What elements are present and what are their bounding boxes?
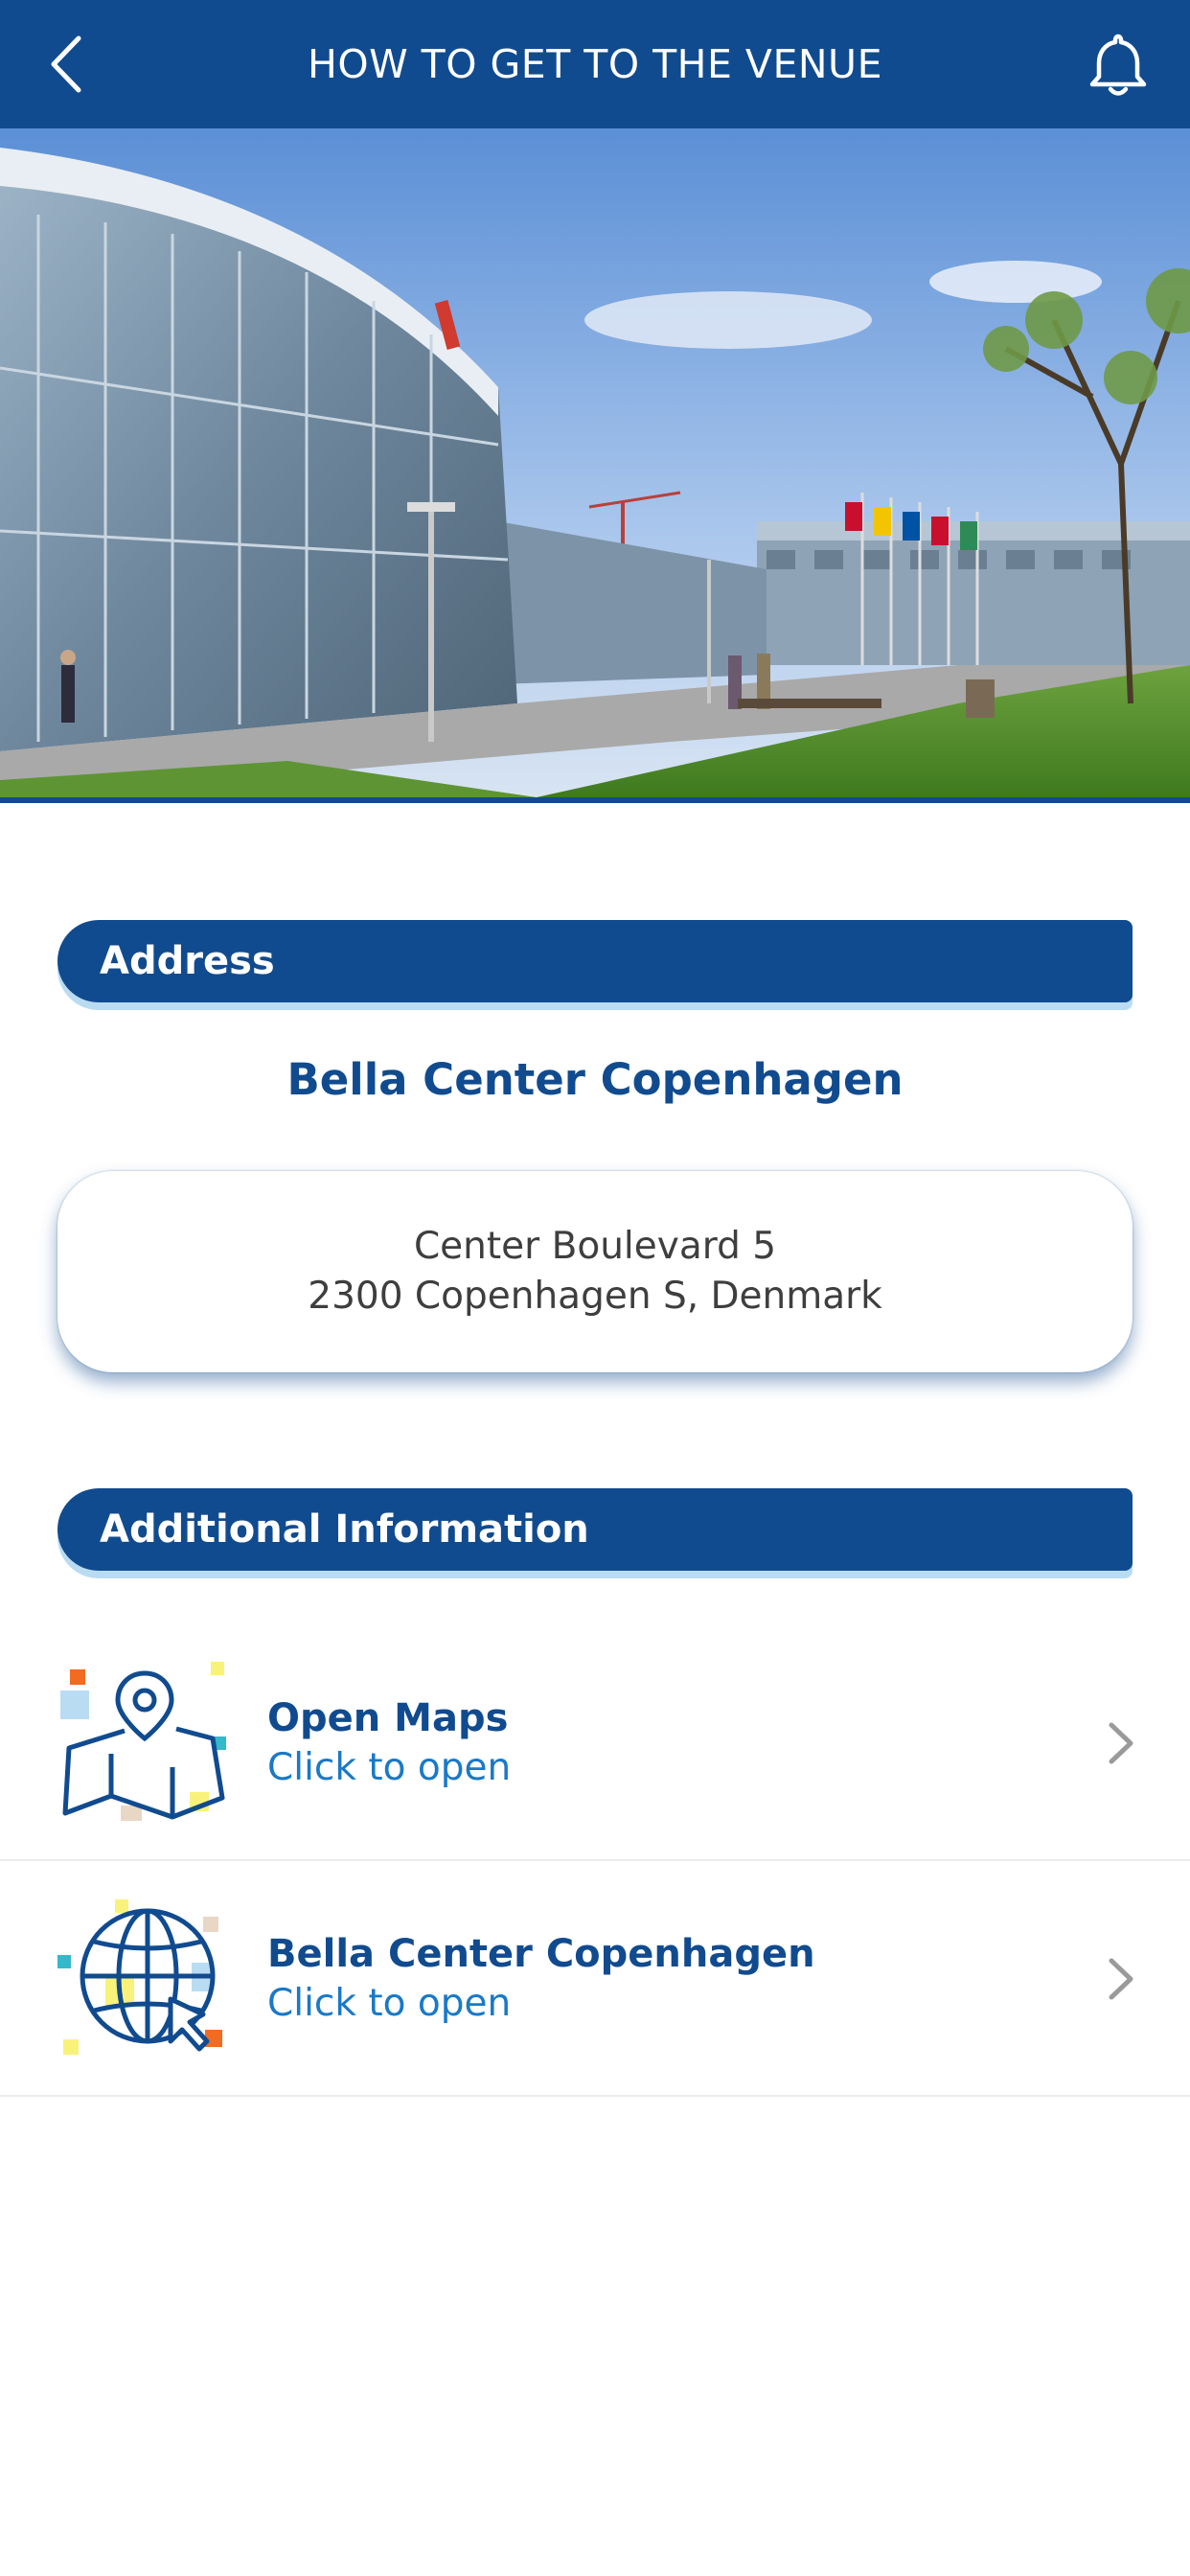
address-line-2: 2300 Copenhagen S, Denmark <box>308 1275 882 1318</box>
venue-photo <box>0 128 1190 803</box>
globe-cursor-icon <box>57 1898 232 2060</box>
chevron-right-icon <box>1104 1955 1136 2003</box>
open-maps-text: Open Maps Click to open <box>267 1693 511 1793</box>
venue-website-title: Bella Center Copenhagen <box>267 1931 815 1976</box>
open-maps-subtitle: Click to open <box>267 1745 512 1789</box>
address-section-header: Address <box>57 920 1133 1002</box>
venue-website-subtitle: Click to open <box>267 1981 512 2025</box>
venue-website-row[interactable]: Bella Center Copenhagen Click to open <box>0 1862 1190 2097</box>
map-pin-icon <box>57 1661 232 1825</box>
page-title: HOW TO GET TO THE VENUE <box>308 41 882 87</box>
back-button[interactable] <box>42 33 100 96</box>
top-bar: HOW TO GET TO THE VENUE <box>0 0 1190 128</box>
additional-info-section-header: Additional Information <box>57 1488 1133 1571</box>
venue-website-text: Bella Center Copenhagen Click to open <box>267 1929 815 2029</box>
address-section-label: Address <box>100 939 275 983</box>
venue-name: Bella Center Copenhagen <box>286 1054 904 1105</box>
additional-info-section-label: Additional Information <box>100 1507 589 1552</box>
open-maps-title: Open Maps <box>267 1695 509 1740</box>
chevron-right-icon <box>1104 1719 1136 1767</box>
open-maps-row[interactable]: Open Maps Click to open <box>0 1626 1190 1861</box>
chevron-left-icon <box>51 35 81 93</box>
notifications-button[interactable] <box>1085 31 1152 100</box>
address-line-1: Center Boulevard 5 <box>413 1225 777 1268</box>
bell-icon <box>1089 34 1147 96</box>
address-card: Center Boulevard 5 2300 Copenhagen S, De… <box>57 1171 1133 1372</box>
